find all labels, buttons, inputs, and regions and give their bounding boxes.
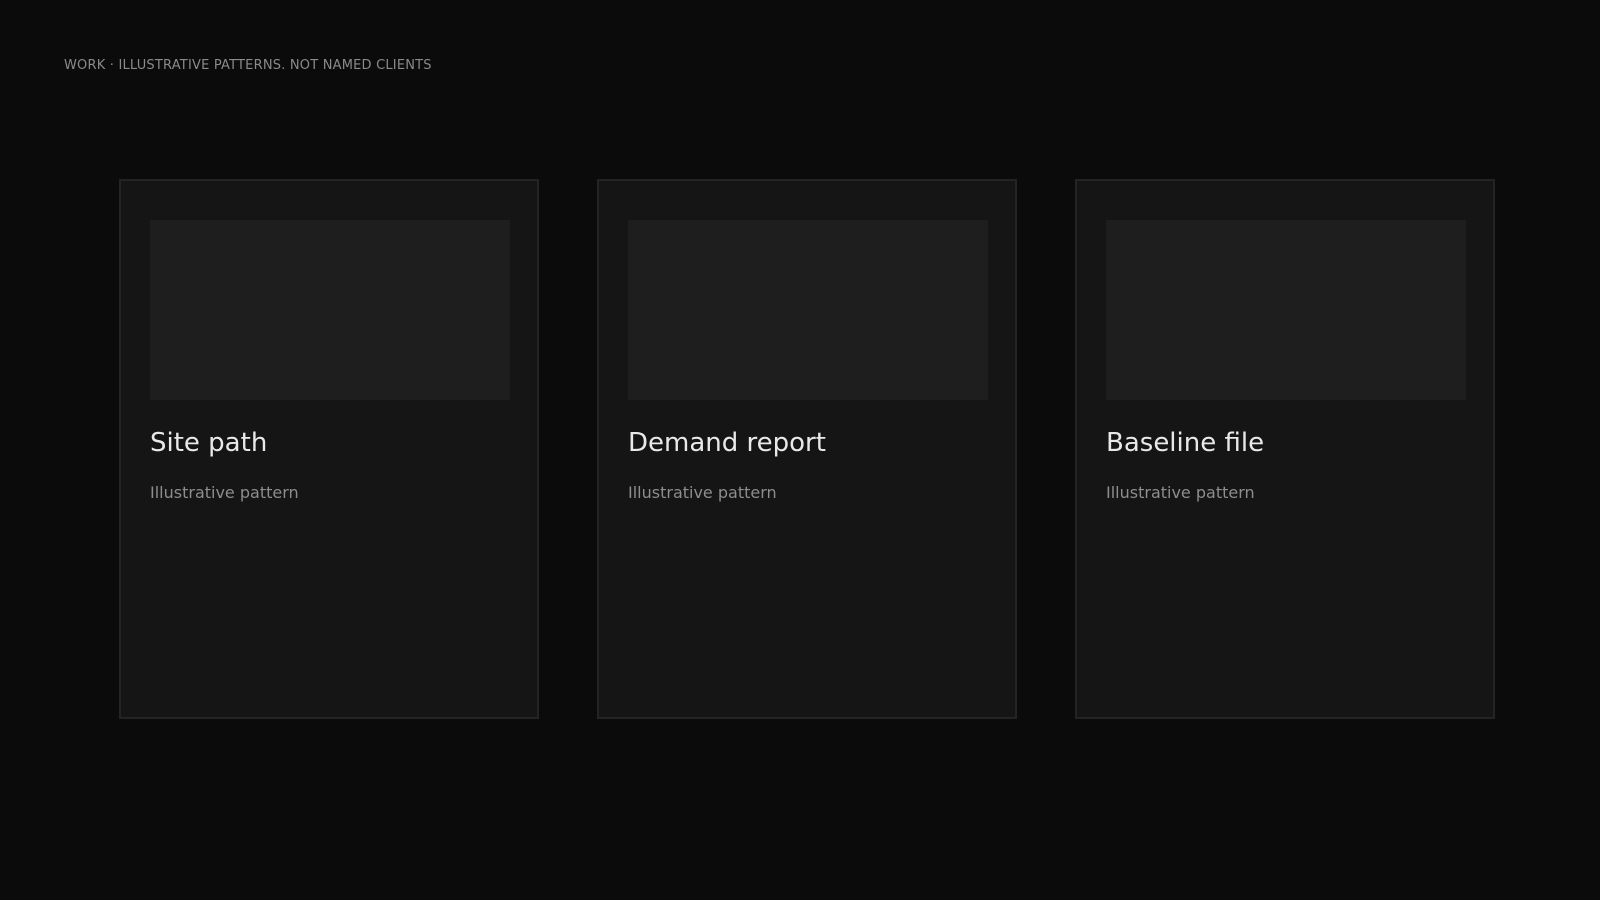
work-card-baseline-file[interactable]: Baseline file Illustrative pattern bbox=[1075, 179, 1495, 719]
section-label: WORK · ILLUSTRATIVE PATTERNS. NOT NAMED … bbox=[64, 58, 432, 73]
card-thumbnail bbox=[1106, 220, 1466, 400]
card-subtitle: Illustrative pattern bbox=[150, 483, 299, 502]
work-card-site-path[interactable]: Site path Illustrative pattern bbox=[119, 179, 539, 719]
work-card-demand-report[interactable]: Demand report Illustrative pattern bbox=[597, 179, 1017, 719]
card-thumbnail bbox=[150, 220, 510, 400]
card-title: Baseline file bbox=[1106, 428, 1265, 458]
card-title: Demand report bbox=[628, 428, 826, 458]
work-page: WORK · ILLUSTRATIVE PATTERNS. NOT NAMED … bbox=[0, 0, 1600, 900]
work-card-grid: Site path Illustrative pattern Demand re… bbox=[119, 179, 1495, 719]
card-title: Site path bbox=[150, 428, 268, 458]
card-subtitle: Illustrative pattern bbox=[628, 483, 777, 502]
card-subtitle: Illustrative pattern bbox=[1106, 483, 1255, 502]
card-thumbnail bbox=[628, 220, 988, 400]
